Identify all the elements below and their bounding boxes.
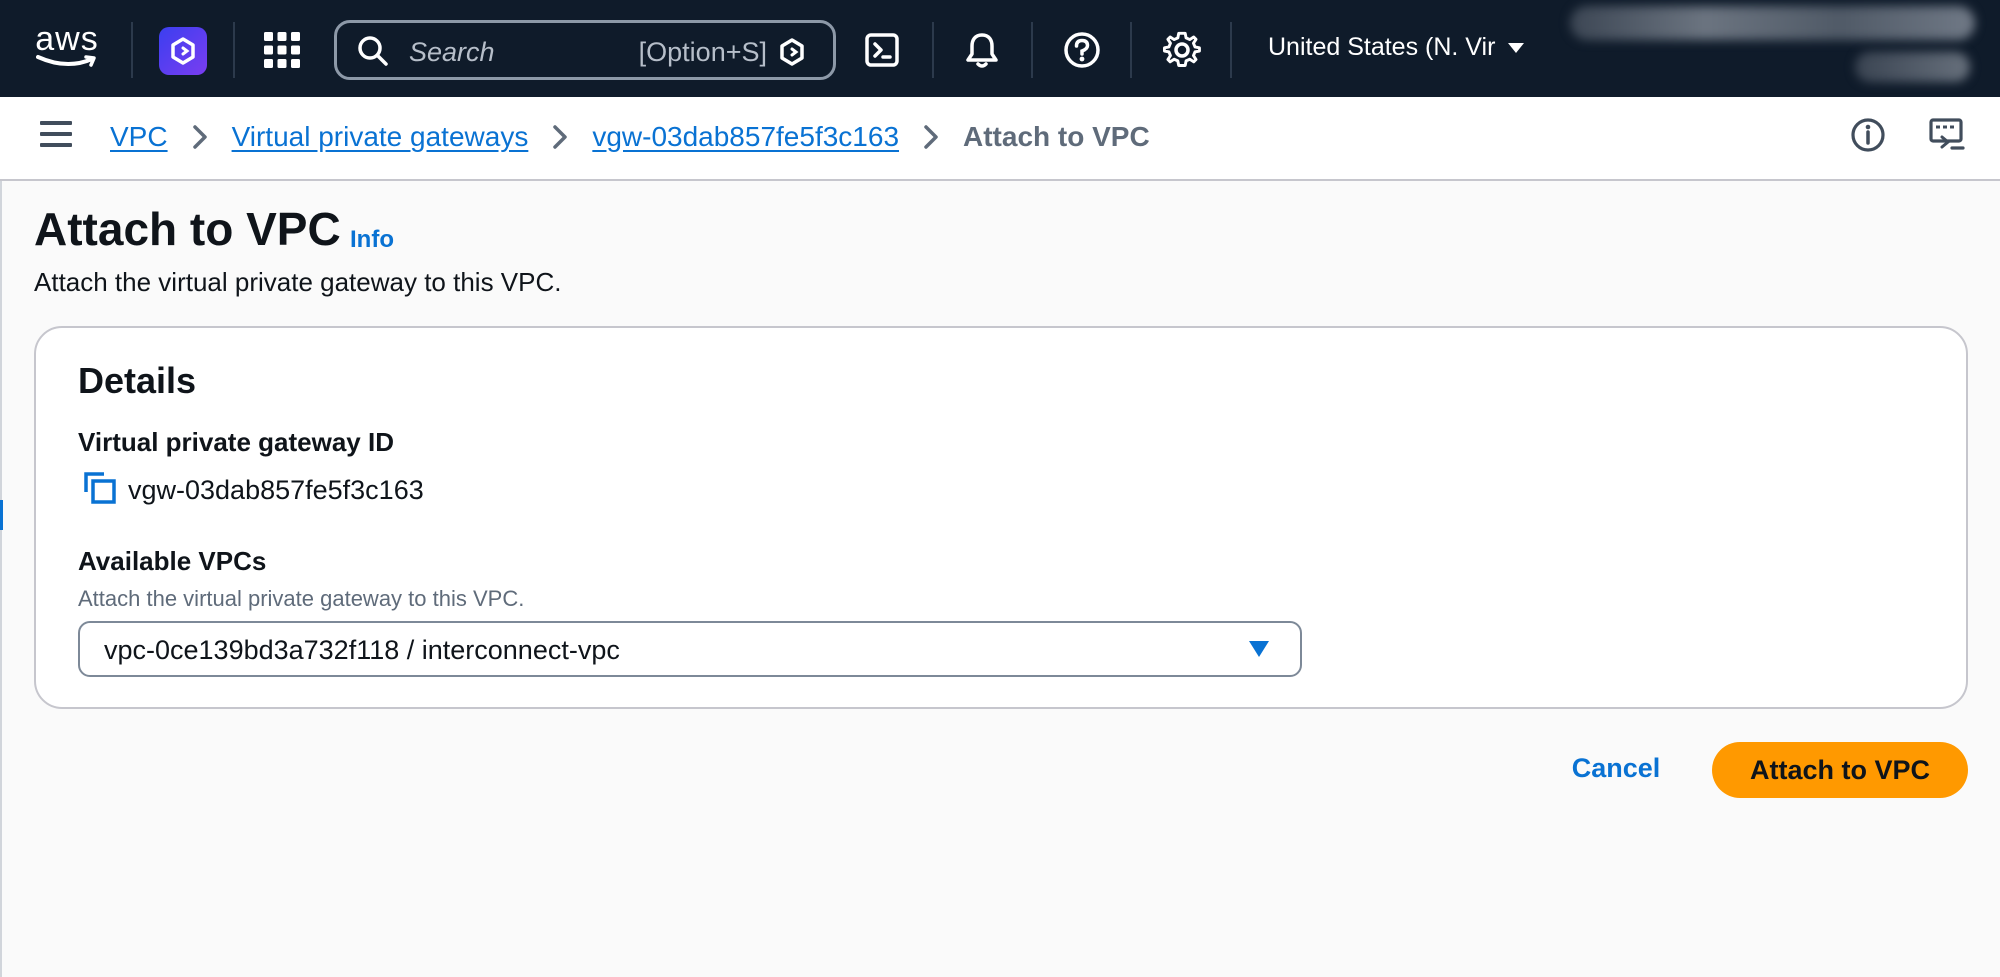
cloudshell-icon[interactable] (862, 30, 902, 70)
nav-separator (932, 22, 934, 78)
navigation-drawer-edge (0, 181, 2, 977)
aws-logo[interactable]: aws (32, 20, 102, 74)
menu-icon[interactable] (40, 121, 72, 151)
gateway-id-row: vgw-03dab857fe5f3c163 (82, 470, 424, 511)
chevron-right-icon (899, 124, 963, 150)
breadcrumb-virtual-private-gateways[interactable]: Virtual private gateways (232, 121, 529, 153)
chevron-right-icon (528, 124, 592, 150)
gear-icon[interactable] (1162, 30, 1202, 70)
nav-separator (233, 22, 235, 78)
bell-icon[interactable] (962, 30, 1002, 70)
top-navigation: aws Search [Option+S] United States (N. … (0, 0, 2000, 97)
nav-separator (1230, 22, 1232, 78)
chevron-right-icon (168, 124, 232, 150)
breadcrumb-bar: VPC Virtual private gateways vgw-03dab85… (0, 97, 2000, 181)
available-vpcs-description: Attach the virtual private gateway to th… (78, 586, 525, 611)
drawer-indicator (0, 500, 3, 530)
amazon-q-icon[interactable] (159, 27, 207, 75)
help-icon[interactable] (1062, 30, 1102, 70)
gateway-id-label: Virtual private gateway ID (78, 427, 394, 457)
aws-logo-text: aws (35, 20, 99, 58)
vpc-selected-value: vpc-0ce139bd3a732f118 / interconnect-vpc (104, 635, 620, 665)
caret-down-icon (1248, 640, 1270, 663)
search-shortcut: [Option+S] (638, 37, 767, 67)
gateway-id-value: vgw-03dab857fe5f3c163 (128, 475, 424, 505)
nav-separator (1130, 22, 1132, 78)
page-title: Attach to VPC (34, 203, 341, 255)
breadcrumb: VPC Virtual private gateways vgw-03dab85… (110, 121, 1150, 153)
vpc-select[interactable]: vpc-0ce139bd3a732f118 / interconnect-vpc (78, 621, 1302, 677)
search-placeholder: Search (409, 37, 495, 67)
split-panel-icon[interactable] (1928, 117, 1968, 157)
attach-to-vpc-button[interactable]: Attach to VPC (1712, 742, 1968, 798)
info-circle-icon[interactable] (1850, 117, 1890, 157)
account-name-redacted (1570, 6, 1975, 40)
apps-grid-icon[interactable] (262, 30, 302, 70)
breadcrumb-current: Attach to VPC (963, 121, 1150, 152)
region-label: United States (N. Vir (1268, 33, 1496, 61)
available-vpcs-label: Available VPCs (78, 546, 267, 576)
aws-smile-icon (36, 55, 96, 67)
details-heading: Details (78, 360, 197, 401)
details-container: Details Virtual private gateway ID vgw-0… (34, 326, 1968, 709)
search-input[interactable]: Search [Option+S] (334, 20, 836, 80)
page-description: Attach the virtual private gateway to th… (34, 267, 562, 297)
copy-icon[interactable] (82, 470, 118, 511)
search-icon (357, 35, 389, 72)
breadcrumb-vpc[interactable]: VPC (110, 121, 168, 153)
caret-down-icon (1508, 42, 1525, 53)
region-selector[interactable]: United States (N. Vir (1268, 33, 1525, 62)
info-link[interactable]: Info (350, 226, 394, 254)
account-menu[interactable] (1570, 6, 1980, 86)
breadcrumb-gateway-id[interactable]: vgw-03dab857fe5f3c163 (592, 121, 899, 153)
nav-separator (131, 22, 133, 78)
account-id-redacted (1855, 52, 1970, 82)
amazon-q-search-icon (777, 37, 807, 72)
nav-separator (1031, 22, 1033, 78)
cancel-button[interactable]: Cancel (1550, 740, 1682, 796)
